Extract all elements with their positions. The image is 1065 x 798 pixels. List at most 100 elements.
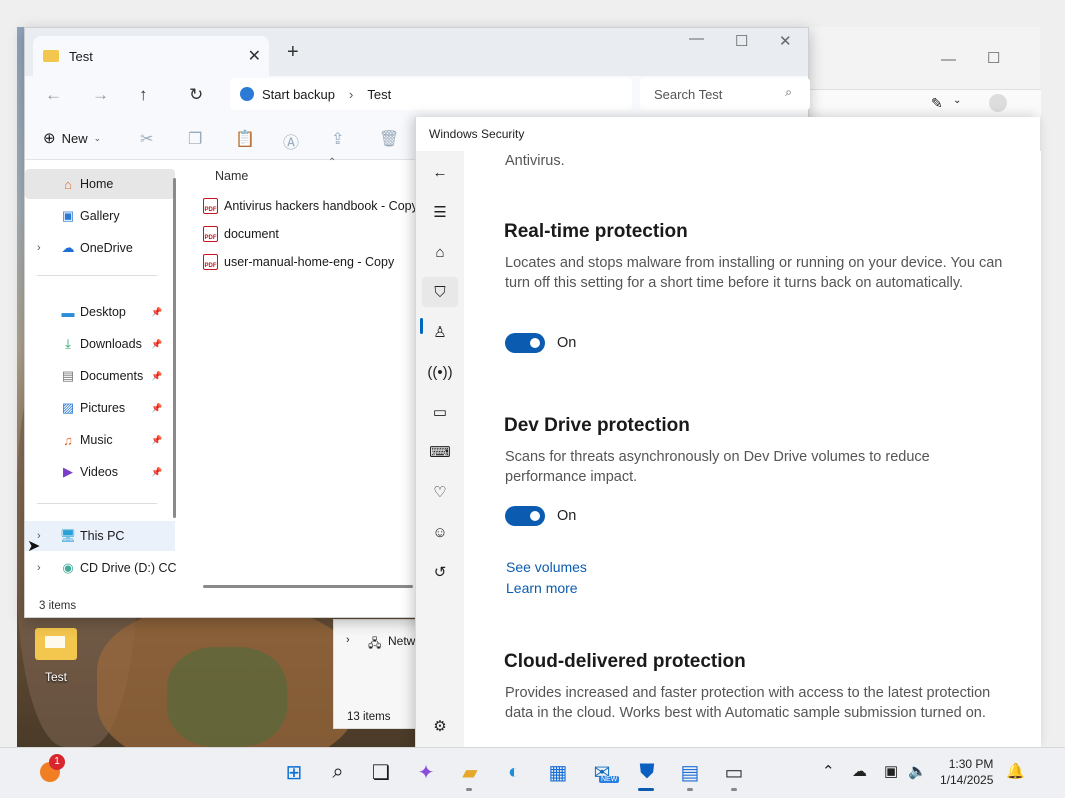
- refresh-icon[interactable]: ↻: [189, 85, 203, 105]
- new-button[interactable]: ⊕ New ⌄: [43, 129, 101, 147]
- background-explorer-window[interactable]: › 🖧 Netw 13 items: [333, 619, 423, 729]
- pin-icon[interactable]: 📌: [151, 467, 162, 478]
- gallery-icon: ▣: [61, 208, 75, 223]
- clock[interactable]: 1:30 PM 1/14/2025: [940, 756, 993, 788]
- account-icon[interactable]: ♙: [416, 317, 464, 347]
- new-tab-icon[interactable]: +: [287, 41, 299, 64]
- learn-more-link[interactable]: Learn more: [506, 580, 578, 596]
- edge-icon[interactable]: ◐: [501, 759, 527, 785]
- realtime-toggle-label: On: [557, 335, 577, 351]
- see-volumes-link[interactable]: See volumes: [506, 559, 587, 575]
- chevron-down-icon[interactable]: ⌄: [953, 95, 961, 106]
- share-icon[interactable]: ⇪: [331, 129, 344, 149]
- vertical-scrollbar[interactable]: [173, 178, 176, 518]
- sidebar-item-pictures[interactable]: ▨ Pictures 📌: [25, 393, 175, 423]
- close-icon[interactable]: ✕: [248, 46, 261, 66]
- health-icon[interactable]: ♡: [416, 477, 464, 507]
- devdrive-toggle[interactable]: [505, 506, 545, 526]
- network-label[interactable]: Netw: [388, 634, 415, 648]
- desktop-folder-icon[interactable]: Test: [34, 628, 78, 684]
- terminal-icon[interactable]: ▭: [721, 759, 747, 785]
- sidebar-item-cd-drive[interactable]: › ◉ CD Drive (D:) CC: [25, 553, 177, 583]
- notepad-icon[interactable]: ▤: [677, 759, 703, 785]
- breadcrumb-start-backup[interactable]: Start backup: [262, 87, 335, 102]
- home-icon: ⌂: [64, 176, 72, 192]
- expand-icon[interactable]: ›: [37, 242, 41, 254]
- pictures-icon: ▨: [61, 400, 75, 415]
- device-security-icon[interactable]: ⌨: [416, 437, 464, 467]
- list-item[interactable]: PDF user-manual-home-eng - Copy: [203, 249, 394, 275]
- maximize-icon[interactable]: ☐: [987, 49, 1000, 67]
- breadcrumb-test[interactable]: Test: [367, 87, 391, 102]
- sidebar-item-onedrive[interactable]: › ☁ OneDrive: [25, 233, 175, 263]
- pen-icon[interactable]: ✎: [931, 95, 943, 112]
- pin-icon[interactable]: 📌: [151, 435, 162, 446]
- back-icon[interactable]: ←: [416, 157, 464, 187]
- sidebar-item-documents[interactable]: ▤ Documents 📌: [25, 361, 175, 391]
- up-icon[interactable]: ↑: [139, 85, 148, 105]
- pin-icon[interactable]: 📌: [151, 339, 162, 350]
- security-content: Antivirus. Real-time protection Locates …: [464, 151, 1041, 747]
- sidebar-item-downloads[interactable]: ⤓ Downloads 📌: [25, 329, 175, 359]
- back-icon[interactable]: ←: [45, 85, 62, 105]
- address-bar[interactable]: Start backup › Test: [230, 78, 632, 110]
- pin-icon[interactable]: 📌: [151, 307, 162, 318]
- chevron-up-icon[interactable]: ⌃: [822, 762, 835, 780]
- history-icon[interactable]: ↺: [416, 557, 464, 587]
- network-icon[interactable]: ((•)): [416, 357, 464, 387]
- chevron-right-icon: ›: [349, 86, 354, 102]
- pin-icon[interactable]: 📌: [151, 371, 162, 382]
- pin-icon[interactable]: 📌: [151, 403, 162, 414]
- realtime-toggle[interactable]: [505, 333, 545, 353]
- videos-icon: ▶: [63, 464, 73, 479]
- list-item[interactable]: PDF document: [203, 221, 279, 247]
- sidebar-item-home[interactable]: ⌂ Home: [25, 169, 175, 199]
- windows-security-icon[interactable]: ⛊: [632, 759, 662, 785]
- background-window[interactable]: — ☐ ✎ ⌄: [790, 27, 1041, 117]
- security-nav-rail: ← ☰ ⌂ ⛉ ♙ ((•)) ▭ ⌨ ♡ ☺ ↺ ⚙: [416, 151, 464, 747]
- search-icon[interactable]: ⌕: [325, 759, 351, 785]
- avatar[interactable]: [989, 94, 1007, 112]
- copy-icon[interactable]: ❐: [188, 129, 202, 149]
- list-item[interactable]: PDF Antivirus hackers handbook - Copy (: [203, 193, 425, 219]
- sidebar-item-gallery[interactable]: ▣ Gallery: [25, 201, 175, 231]
- section-text-devdrive: Scans for threats asynchronously on Dev …: [505, 449, 930, 485]
- cut-icon[interactable]: ✂: [140, 129, 153, 149]
- horizontal-scrollbar[interactable]: [203, 585, 413, 588]
- app-browser-icon[interactable]: ▭: [416, 397, 464, 427]
- sidebar-item-music[interactable]: ♫ Music 📌: [25, 425, 175, 455]
- search-input[interactable]: Search Test ⌕: [640, 78, 810, 110]
- start-icon[interactable]: ⊞: [281, 759, 307, 785]
- network-icon[interactable]: ▣: [884, 762, 898, 780]
- sidebar-item-videos[interactable]: ▶ Videos 📌: [25, 457, 175, 487]
- gear-icon[interactable]: ⚙: [416, 711, 464, 741]
- rename-icon[interactable]: Ⓐ: [283, 129, 299, 153]
- notification-bell-icon[interactable]: 🔔: [1006, 762, 1025, 780]
- sidebar-item-this-pc[interactable]: › 🖥 This PC: [25, 521, 175, 551]
- minimize-icon[interactable]: —: [941, 51, 956, 68]
- copilot-icon[interactable]: ✦: [413, 759, 439, 785]
- sidebar-item-desktop[interactable]: ▬ Desktop 📌: [25, 297, 175, 327]
- volume-icon[interactable]: 🔈: [908, 762, 927, 780]
- sort-ascending-icon: ⌃: [328, 157, 337, 168]
- onedrive-offline-icon[interactable]: ☁: [852, 762, 867, 780]
- expand-icon[interactable]: ›: [346, 634, 350, 646]
- task-view-icon[interactable]: ❏: [368, 759, 394, 785]
- forward-icon[interactable]: →: [92, 85, 109, 105]
- family-icon[interactable]: ☺: [416, 517, 464, 547]
- shield-icon[interactable]: ⛉: [422, 277, 458, 307]
- store-icon[interactable]: ▦: [545, 759, 571, 785]
- close-window-icon[interactable]: ✕: [779, 32, 792, 50]
- tab-test[interactable]: Test ✕: [33, 36, 269, 76]
- menu-icon[interactable]: ☰: [416, 197, 464, 227]
- expand-icon[interactable]: ›: [37, 562, 41, 574]
- delete-icon[interactable]: 🗑: [379, 129, 399, 149]
- windows-security-window[interactable]: Windows Security ← ☰ ⌂ ⛉ ♙ ((•)) ▭ ⌨ ♡ ☺…: [415, 117, 1041, 747]
- file-explorer-icon[interactable]: ▰: [457, 759, 483, 785]
- minimize-icon[interactable]: —: [689, 30, 704, 47]
- file-list: ⌃ Name PDF Antivirus hackers handbook - C…: [183, 157, 425, 591]
- paste-icon[interactable]: 📋: [235, 129, 255, 149]
- maximize-icon[interactable]: ☐: [735, 32, 748, 50]
- column-header-name[interactable]: Name: [215, 169, 248, 183]
- home-icon[interactable]: ⌂: [416, 237, 464, 267]
